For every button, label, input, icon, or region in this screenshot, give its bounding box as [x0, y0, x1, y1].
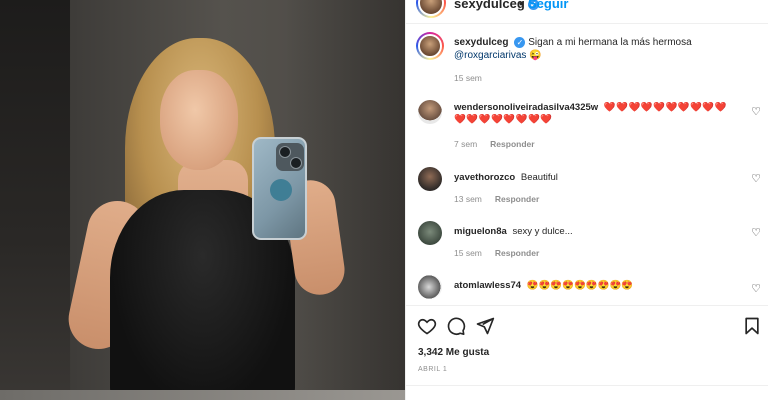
verified-badge-icon: ✓ [514, 36, 526, 48]
phone-camera-module [276, 143, 304, 171]
photo-smartphone [252, 137, 307, 240]
comment-username[interactable]: wendersonoliveiradasilva4325w [454, 102, 598, 113]
post-date[interactable]: ABRIL 1 [418, 366, 447, 373]
caption-mention-link[interactable]: @roxgarciarivas [454, 50, 526, 61]
comment-like-heart-icon[interactable]: ♡ [751, 226, 761, 239]
reply-button[interactable]: Responder [490, 139, 534, 149]
comment-icon[interactable] [446, 316, 466, 336]
comment-like-heart-icon[interactable]: ♡ [751, 105, 761, 118]
caption-text: sexydulceg ✓ Sigan a mi hermana la más he… [454, 36, 739, 62]
caption-emoji: 😜 [529, 50, 542, 61]
comment-body: 😍😍😍😍😍😍😍😍😍 [526, 280, 634, 291]
more-options-icon[interactable]: ••• [737, 0, 757, 8]
comment-text: miguelon8a sexy y dulce... [454, 226, 739, 238]
author-username[interactable]: sexydulceg ✓ [454, 0, 539, 11]
comment-username[interactable]: atomlawless74 [454, 280, 521, 291]
post-photo[interactable] [0, 0, 405, 400]
comment-timestamp[interactable]: 15 sem [454, 248, 482, 258]
comment-timestamp[interactable]: 7 sem [454, 139, 477, 149]
caption-author-avatar[interactable] [416, 32, 444, 60]
comment-body: sexy y dulce... [512, 226, 573, 237]
photo-counter-edge [0, 390, 405, 400]
caption-body: Sigan a mi hermana la más hermosa [528, 37, 692, 48]
post-header: sexydulceg✓ • Seguir ••• [406, 0, 768, 24]
comments-list[interactable]: sexydulceg ✓ Sigan a mi hermana la más he… [406, 24, 768, 306]
reply-button[interactable]: Responder [495, 194, 539, 204]
heart-icon[interactable] [417, 316, 437, 336]
comment-text: atomlawless74 😍😍😍😍😍😍😍😍😍 [454, 280, 739, 292]
likes-count[interactable]: 3,342 Me gusta [418, 347, 489, 358]
comment-body: Beautiful [520, 172, 558, 183]
comment-username[interactable]: miguelon8a [454, 226, 507, 237]
comment-timestamp[interactable]: 13 sem [454, 194, 482, 204]
comment-like-heart-icon[interactable]: ♡ [751, 172, 761, 185]
divider [406, 385, 768, 386]
follow-button[interactable]: Seguir [528, 0, 568, 11]
comment-meta: 15 sem Responder [454, 248, 552, 258]
comment-text: yavethorozco Beautiful [454, 172, 739, 184]
commenter-avatar[interactable] [418, 167, 442, 191]
author-avatar[interactable] [416, 0, 446, 18]
bookmark-icon[interactable] [742, 316, 762, 336]
reply-button[interactable]: Responder [495, 248, 539, 258]
comment-like-heart-icon[interactable]: ♡ [751, 282, 761, 295]
header-separator: • [519, 0, 524, 11]
comment-meta: 13 sem Responder [454, 194, 552, 204]
photo-subject-face [160, 70, 238, 170]
caption-meta: 15 sem [454, 73, 495, 83]
caption-username[interactable]: sexydulceg [454, 37, 508, 48]
post-actions-bar: 3,342 Me gusta ABRIL 1 [406, 305, 768, 400]
commenter-avatar[interactable] [418, 100, 442, 124]
phone-sticker [270, 179, 292, 201]
commenter-avatar[interactable] [418, 221, 442, 245]
comment-username[interactable]: yavethorozco [454, 172, 515, 183]
comment-text: wendersonoliveiradasilva4325w ❤️❤️❤️❤️❤️… [454, 102, 739, 126]
post-side-panel: sexydulceg✓ • Seguir ••• sexydulceg✓ Sig… [405, 0, 768, 400]
share-icon[interactable] [475, 316, 495, 336]
caption-timestamp[interactable]: 15 sem [454, 73, 482, 83]
commenter-avatar[interactable] [418, 275, 442, 299]
photo-door-shadow [0, 0, 70, 400]
author-username-text[interactable]: sexydulceg [454, 0, 525, 11]
comment-meta: 7 sem Responder [454, 139, 548, 149]
